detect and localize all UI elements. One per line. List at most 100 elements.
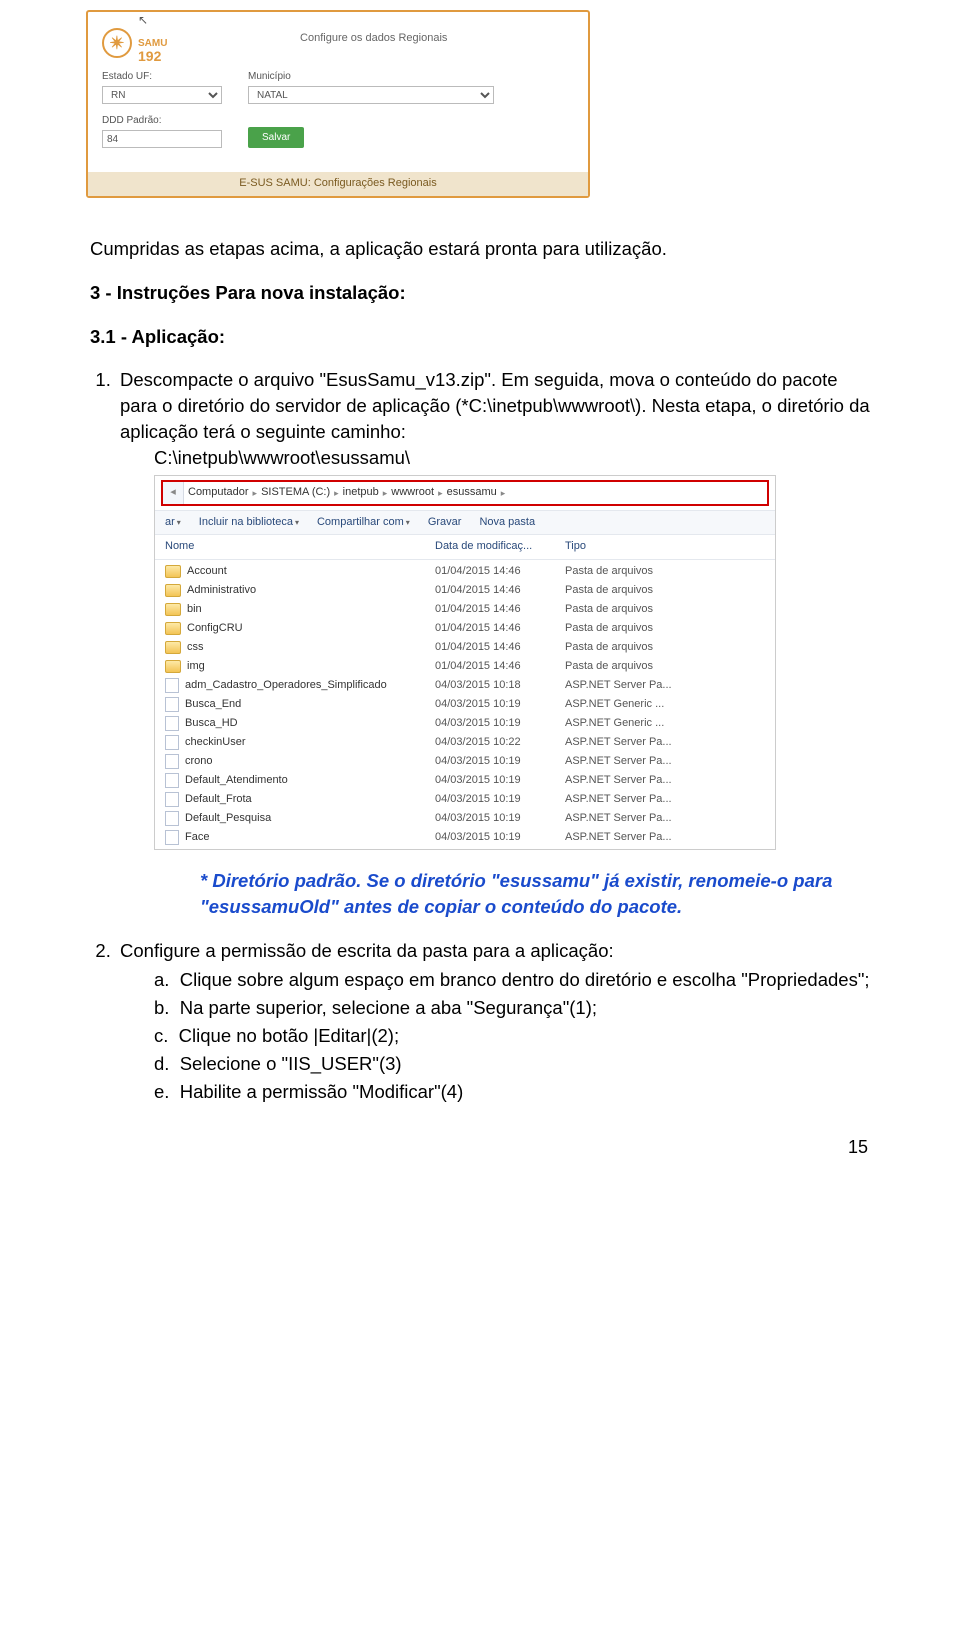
- file-date: 04/03/2015 10:19: [435, 830, 565, 845]
- toolbar-compartilhar[interactable]: Compartilhar com ▾: [317, 515, 410, 530]
- ddd-label: DDD Padrão:: [102, 114, 222, 128]
- file-name: crono: [185, 754, 213, 769]
- toolbar-ar[interactable]: ar ▾: [165, 515, 181, 530]
- file-name: css: [187, 640, 204, 655]
- step-2e: e. Habilite a permissão "Modificar"(4): [154, 1079, 870, 1105]
- file-row[interactable]: Busca_End 04/03/2015 10:19ASP.NET Generic…: [165, 695, 765, 714]
- file-type: Pasta de arquivos: [565, 602, 725, 617]
- file-row[interactable]: css01/04/2015 14:46Pasta de arquivos: [165, 638, 765, 657]
- aspx-file-icon: [165, 754, 179, 769]
- ddd-input[interactable]: [102, 130, 222, 148]
- breadcrumb-segment[interactable]: inetpub: [339, 485, 383, 500]
- column-headers: Nome Data de modificaç... Tipo: [155, 535, 775, 559]
- file-row[interactable]: Account01/04/2015 14:46Pasta de arquivos: [165, 562, 765, 581]
- file-row[interactable]: Busca_HD04/03/2015 10:19ASP.NET Generic …: [165, 714, 765, 733]
- file-date: 01/04/2015 14:46: [435, 602, 565, 617]
- file-row[interactable]: ConfigCRU01/04/2015 14:46Pasta de arquiv…: [165, 619, 765, 638]
- estado-label: Estado UF:: [102, 70, 222, 84]
- file-name: Administrativo: [187, 583, 256, 598]
- folder-icon: [165, 622, 181, 635]
- file-row[interactable]: img01/04/2015 14:46Pasta de arquivos: [165, 657, 765, 676]
- file-type: Pasta de arquivos: [565, 659, 725, 674]
- file-date: 04/03/2015 10:19: [435, 811, 565, 826]
- section-3-heading: 3 - Instruções Para nova instalação:: [90, 280, 870, 306]
- file-date: 04/03/2015 10:19: [435, 773, 565, 788]
- file-row[interactable]: crono 04/03/2015 10:19ASP.NET Server Pa..…: [165, 752, 765, 771]
- file-row[interactable]: adm_Cadastro_Operadores_Simplificado 04/0…: [165, 676, 765, 695]
- toolbar-nova-pasta[interactable]: Nova pasta: [479, 515, 535, 530]
- municipio-label: Município: [248, 70, 494, 84]
- header-nome[interactable]: Nome: [165, 539, 435, 554]
- folder-icon: [165, 660, 181, 673]
- step-2: Configure a permissão de escrita da past…: [116, 938, 870, 1105]
- file-date: 04/03/2015 10:19: [435, 754, 565, 769]
- cursor-icon: ↖: [138, 13, 148, 27]
- file-name: Default_Atendimento: [185, 773, 288, 788]
- breadcrumb-segment[interactable]: SISTEMA (C:): [257, 485, 334, 500]
- file-type: ASP.NET Server Pa...: [565, 754, 725, 769]
- breadcrumb-segment[interactable]: esussamu: [443, 485, 501, 500]
- file-row[interactable]: Default_Frota 04/03/2015 10:19ASP.NET Ser…: [165, 790, 765, 809]
- aspx-file-icon: [165, 773, 179, 788]
- estado-select[interactable]: RN: [102, 86, 222, 104]
- file-date: 04/03/2015 10:22: [435, 735, 565, 750]
- aspx-file-icon: [165, 830, 179, 845]
- folder-icon: [165, 565, 181, 578]
- aspx-file-icon: [165, 792, 179, 807]
- step-2a: a. Clique sobre algum espaço em branco d…: [154, 967, 870, 993]
- file-row[interactable]: checkinUser 04/03/2015 10:22ASP.NET Serve…: [165, 733, 765, 752]
- aspx-file-icon: [165, 811, 179, 826]
- breadcrumb-segment[interactable]: Computador: [184, 485, 253, 500]
- file-row[interactable]: Default_Pesquisa 04/03/2015 10:19ASP.NET …: [165, 809, 765, 828]
- file-date: 04/03/2015 10:19: [435, 792, 565, 807]
- intro-text: Cumpridas as etapas acima, a aplicação e…: [90, 236, 870, 262]
- file-name: bin: [187, 602, 202, 617]
- file-name: adm_Cadastro_Operadores_Simplificado: [185, 678, 387, 693]
- step-2c: c. Clique no botão |Editar|(2);: [154, 1023, 870, 1049]
- file-type: ASP.NET Server Pa...: [565, 735, 725, 750]
- header-tipo[interactable]: Tipo: [565, 539, 715, 554]
- file-name: Face: [185, 830, 209, 845]
- toolbar-incluir[interactable]: Incluir na biblioteca ▾: [199, 515, 299, 530]
- explorer-window: ◂ Computador▸SISTEMA (C:)▸inetpub▸wwwroo…: [154, 475, 776, 850]
- municipio-select[interactable]: NATAL: [248, 86, 494, 104]
- file-date: 01/04/2015 14:46: [435, 659, 565, 674]
- file-date: 01/04/2015 14:46: [435, 583, 565, 598]
- file-row[interactable]: Default_Atendimento 04/03/2015 10:19ASP.N…: [165, 771, 765, 790]
- file-name: checkinUser: [185, 735, 246, 750]
- file-row[interactable]: bin 01/04/2015 14:46Pasta de arquivos: [165, 600, 765, 619]
- breadcrumb-segment[interactable]: wwwroot: [387, 485, 438, 500]
- toolbar-gravar[interactable]: Gravar: [428, 515, 462, 530]
- file-type: ASP.NET Generic ...: [565, 697, 725, 712]
- file-date: 04/03/2015 10:19: [435, 716, 565, 731]
- file-type: ASP.NET Server Pa...: [565, 830, 725, 845]
- header-data[interactable]: Data de modificaç...: [435, 539, 565, 554]
- file-name: Busca_End: [185, 697, 241, 712]
- file-type: ASP.NET Server Pa...: [565, 811, 725, 826]
- save-button[interactable]: Salvar: [248, 127, 304, 148]
- file-type: ASP.NET Server Pa...: [565, 773, 725, 788]
- file-type: ASP.NET Server Pa...: [565, 792, 725, 807]
- file-date: 04/03/2015 10:19: [435, 697, 565, 712]
- file-type: Pasta de arquivos: [565, 564, 725, 579]
- chevron-right-icon: ▸: [501, 487, 506, 500]
- step-2-text: Configure a permissão de escrita da past…: [120, 940, 614, 961]
- file-name: Default_Pesquisa: [185, 811, 271, 826]
- file-type: Pasta de arquivos: [565, 583, 725, 598]
- file-name: Busca_HD: [185, 716, 238, 731]
- file-row[interactable]: Face 04/03/2015 10:19ASP.NET Server Pa...: [165, 828, 765, 847]
- aspx-file-icon: [165, 735, 179, 750]
- file-row[interactable]: Administrativo 01/04/2015 14:46Pasta de a…: [165, 581, 765, 600]
- file-type: Pasta de arquivos: [565, 621, 725, 636]
- file-name: Account: [187, 564, 227, 579]
- directory-note: * Diretório padrão. Se o diretório "esus…: [200, 868, 840, 920]
- file-date: 04/03/2015 10:18: [435, 678, 565, 693]
- address-bar[interactable]: ◂ Computador▸SISTEMA (C:)▸inetpub▸wwwroo…: [161, 480, 769, 506]
- file-date: 01/04/2015 14:46: [435, 640, 565, 655]
- file-name: Default_Frota: [185, 792, 252, 807]
- aspx-file-icon: [165, 697, 179, 712]
- step-1-path: C:\inetpub\wwwroot\esussamu\: [154, 445, 410, 471]
- explorer-toolbar: ar ▾ Incluir na biblioteca ▾ Compartilha…: [155, 510, 775, 535]
- folder-icon: [165, 603, 181, 616]
- back-icon[interactable]: ◂: [163, 482, 184, 504]
